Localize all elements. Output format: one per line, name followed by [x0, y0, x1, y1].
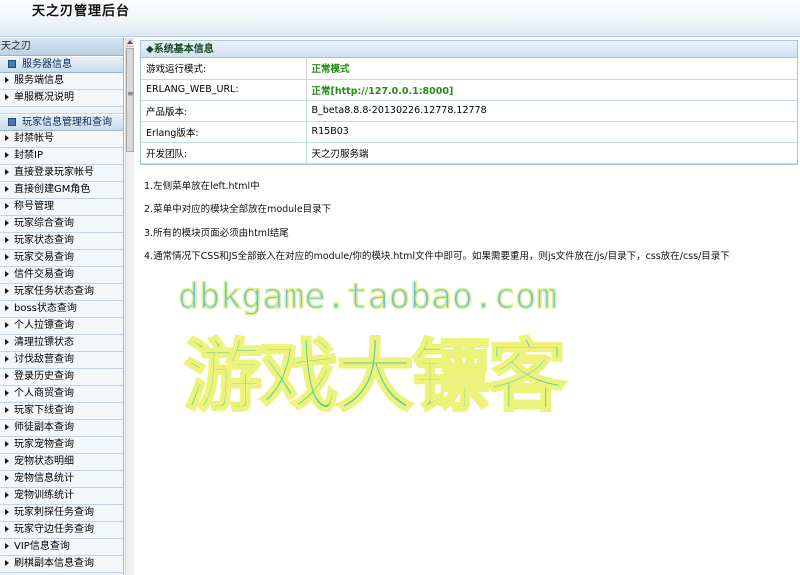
- sidebar-item[interactable]: boss状态查询: [0, 301, 123, 318]
- sidebar-item[interactable]: 个人商贸查询: [0, 386, 123, 403]
- row-label: 产品版本:: [141, 100, 307, 122]
- square-bullet-icon: [8, 118, 16, 126]
- sidebar-item[interactable]: 宠物训练统计: [0, 488, 123, 505]
- table-row: Erlang版本: R15B03: [141, 121, 797, 143]
- sidebar-section-server-info[interactable]: 服务器信息: [0, 56, 123, 73]
- row-value: 正常[http://127.0.0.1:8000]: [306, 79, 797, 101]
- sidebar-item[interactable]: 登录历史查询: [0, 369, 123, 386]
- table-row: 产品版本: B_beta8.8.8-20130226.12778.12778: [141, 100, 797, 122]
- header-bar: 天之刃管理后台: [0, 0, 800, 37]
- row-value: 天之刃服务端: [306, 142, 797, 164]
- sidebar-item[interactable]: 称号管理: [0, 199, 123, 216]
- sidebar: 天之刃 服务器信息 服务端信息 单服概况说明 玩家信息管理和查询 封禁帐号 封禁…: [0, 38, 124, 575]
- sidebar-item[interactable]: VIP信息查询: [0, 539, 123, 556]
- sidebar-item[interactable]: 玩家刺探任务查询: [0, 505, 123, 522]
- sidebar-item[interactable]: 刷棋副本信息查询: [0, 556, 123, 573]
- watermark-text: 游戏大镖客: [183, 331, 568, 424]
- sidebar-item[interactable]: 玩家宠物查询: [0, 437, 123, 454]
- sidebar-item[interactable]: 讨伐敌营查询: [0, 352, 123, 369]
- row-label: Erlang版本:: [141, 121, 307, 143]
- note-line: 4.通常情况下CSS和JS全部嵌入在对应的module/你的模块.html文件中…: [144, 251, 730, 262]
- row-value: R15B03: [306, 121, 797, 143]
- sidebar-item[interactable]: 玩家交易查询: [0, 250, 123, 267]
- sidebar-item[interactable]: 玩家任务状态查询: [0, 284, 123, 301]
- row-value: B_beta8.8.8-20130226.12778.12778: [306, 100, 797, 122]
- table-row: 游戏运行模式: 正常模式: [141, 58, 797, 80]
- note-line: 3.所有的模块页面必须由html结尾: [144, 228, 289, 239]
- sidebar-item[interactable]: 直接登录玩家帐号: [0, 165, 123, 182]
- sidebar-item[interactable]: 封禁IP: [0, 148, 123, 165]
- sidebar-item[interactable]: 宠物状态明细: [0, 454, 123, 471]
- sidebar-root-label[interactable]: 天之刃: [0, 38, 123, 56]
- table-row: ERLANG_WEB_URL: 正常[http://127.0.0.1:8000…: [141, 79, 797, 101]
- panel-title: ◆系统基本信息: [141, 41, 797, 58]
- sidebar-item[interactable]: 玩家状态查询: [0, 233, 123, 250]
- system-info-table: 游戏运行模式: 正常模式 ERLANG_WEB_URL: 正常[http://1…: [141, 58, 797, 164]
- note-line: 1.左侧菜单放在left.html中: [144, 181, 260, 192]
- table-row: 开发团队: 天之刃服务端: [141, 142, 797, 164]
- sidebar-gap: [0, 107, 123, 114]
- row-label: 开发团队:: [141, 142, 307, 164]
- sidebar-item[interactable]: 师徒副本查询: [0, 420, 123, 437]
- watermark-url: dbkgame.taobao.com: [177, 276, 558, 318]
- square-bullet-icon: [8, 60, 16, 68]
- sidebar-section-player-management[interactable]: 玩家信息管理和查询: [0, 114, 123, 131]
- sidebar-item-server-info[interactable]: 服务端信息: [0, 73, 123, 90]
- scroll-thumb[interactable]: [126, 48, 134, 152]
- sidebar-item-server-overview[interactable]: 单服概况说明: [0, 90, 123, 107]
- sidebar-item[interactable]: 清理拉镖状态: [0, 335, 123, 352]
- sidebar-item[interactable]: 玩家下线查询: [0, 403, 123, 420]
- sidebar-item[interactable]: 直接创建GM角色: [0, 182, 123, 199]
- app-title: 天之刃管理后台: [32, 4, 131, 19]
- sidebar-item[interactable]: 玩家守边任务查询: [0, 522, 123, 539]
- note-line: 2.菜单中对应的模块全部放在module目录下: [144, 204, 332, 215]
- sidebar-item[interactable]: 封禁帐号: [0, 131, 123, 148]
- row-value: 正常模式: [306, 58, 797, 80]
- sidebar-scrollbar[interactable]: [125, 38, 134, 575]
- row-label: 游戏运行模式:: [141, 58, 307, 80]
- scroll-up-arrow-icon[interactable]: [126, 38, 134, 47]
- row-label: ERLANG_WEB_URL:: [141, 79, 307, 101]
- sidebar-item[interactable]: 信件交易查询: [0, 267, 123, 284]
- sidebar-item[interactable]: 玩家综合查询: [0, 216, 123, 233]
- system-info-panel: ◆系统基本信息 游戏运行模式: 正常模式 ERLANG_WEB_URL: 正常[…: [140, 40, 798, 165]
- sidebar-item[interactable]: 个人拉镖查询: [0, 318, 123, 335]
- sidebar-item[interactable]: 宠物信息统计: [0, 471, 123, 488]
